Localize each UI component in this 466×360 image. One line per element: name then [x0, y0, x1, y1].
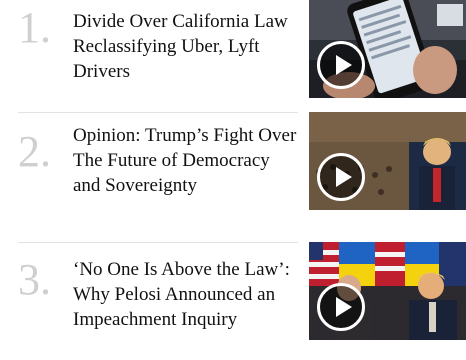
- story-number: 1.: [18, 3, 51, 52]
- play-icon[interactable]: [317, 153, 365, 201]
- story-item-3[interactable]: 3. ‘No One Is Above the Law’: Why Pelosi…: [18, 242, 466, 360]
- story-thumbnail[interactable]: [309, 242, 466, 340]
- story-headline-link[interactable]: ‘No One Is Above the Law’: Why Pelosi An…: [73, 257, 299, 332]
- story-item-2[interactable]: 2. Opinion: Trump’s Fight Over The Futur…: [18, 112, 466, 242]
- story-thumbnail[interactable]: [309, 0, 466, 98]
- story-number: 3.: [18, 255, 51, 304]
- play-icon[interactable]: [317, 41, 365, 89]
- story-thumbnail[interactable]: [309, 112, 466, 210]
- story-headline-link[interactable]: Opinion: Trump’s Fight Over The Future o…: [73, 123, 299, 198]
- story-headline-link[interactable]: Divide Over California Law Reclassifying…: [73, 9, 299, 84]
- story-item-1[interactable]: 1. Divide Over California Law Reclassify…: [18, 0, 466, 100]
- play-icon[interactable]: [317, 283, 365, 331]
- story-number: 2.: [18, 127, 51, 176]
- video-story-list: 1. Divide Over California Law Reclassify…: [0, 0, 466, 360]
